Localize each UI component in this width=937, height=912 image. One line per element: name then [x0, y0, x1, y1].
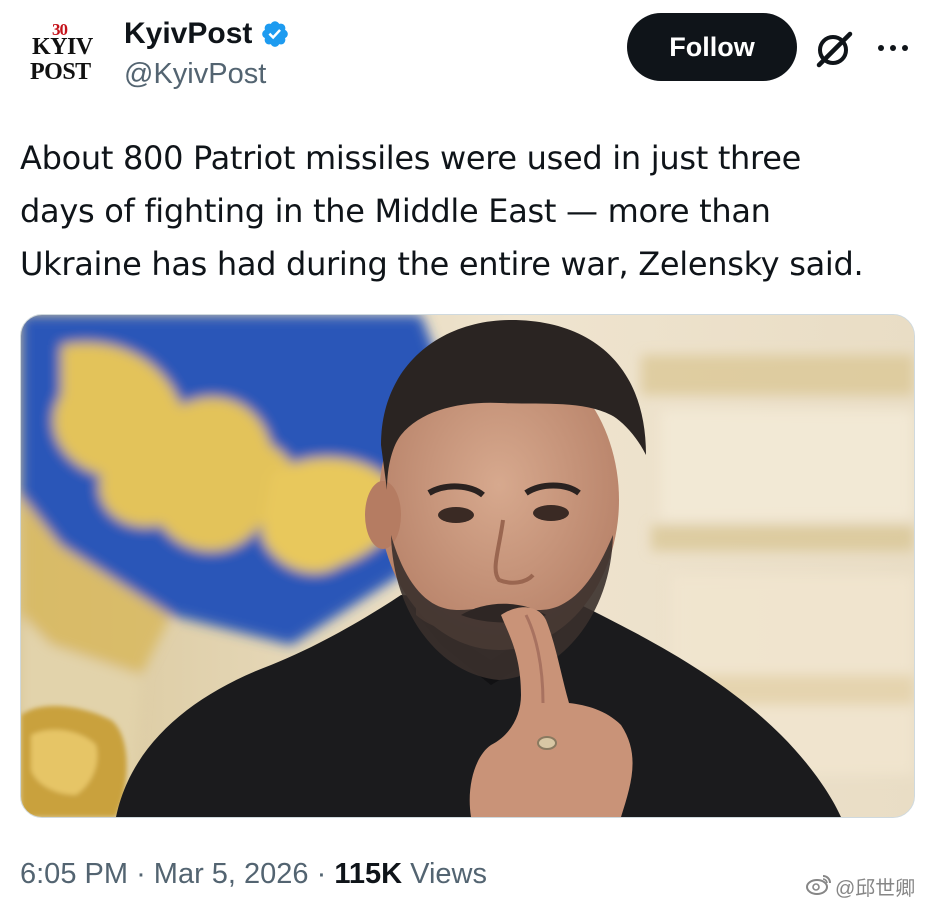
tweet-meta-row: 6:05 PM · Mar 5, 2026 · 115K Views: [20, 858, 487, 891]
watermark-text: @邱世卿: [835, 878, 916, 900]
logo-text-post: POST: [30, 59, 91, 85]
kyivpost-logo-avatar[interactable]: 30 KYIV POST: [18, 20, 100, 86]
verified-badge-icon: [260, 19, 290, 49]
more-dot: [878, 45, 884, 51]
tweet-text: About 800 Patriot missiles were used in …: [20, 139, 864, 283]
meta-separator: ·: [136, 858, 146, 890]
more-options-icon[interactable]: [872, 30, 914, 66]
account-name-row[interactable]: KyivPost: [124, 14, 290, 54]
views-count: 115K: [334, 858, 403, 890]
grok-icon[interactable]: [812, 27, 856, 71]
meta-separator: ·: [316, 858, 327, 890]
views-label: Views: [410, 858, 487, 890]
logo-text-kyiv: KYIV: [32, 34, 93, 60]
tweet-media-photo[interactable]: [20, 314, 915, 818]
tweet-time[interactable]: 6:05 PM: [20, 858, 128, 890]
weibo-watermark: @邱世卿: [806, 872, 915, 901]
tweet-date[interactable]: Mar 5, 2026: [154, 858, 309, 890]
weibo-icon: [806, 873, 832, 901]
display-name[interactable]: KyivPost: [124, 17, 252, 51]
more-dot: [890, 45, 896, 51]
account-handle[interactable]: @KyivPost: [124, 58, 266, 91]
follow-button[interactable]: Follow: [627, 13, 797, 81]
more-dot: [902, 45, 908, 51]
